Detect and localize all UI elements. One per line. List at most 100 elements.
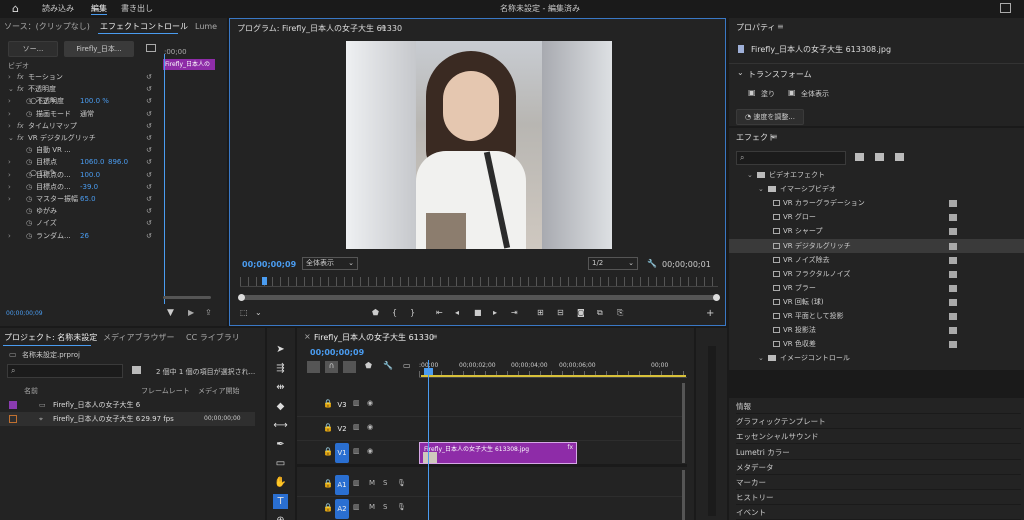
- timeline-menu-icon[interactable]: ≡: [431, 332, 438, 341]
- eye-icon[interactable]: ◉: [367, 399, 373, 407]
- timeline-tab[interactable]: Firefly_日本人の女子大生 61330: [314, 331, 434, 345]
- effect-row[interactable]: › fx モーション ↺: [0, 71, 160, 83]
- menu-import[interactable]: 読み込み: [42, 3, 74, 14]
- wrench-icon[interactable]: 🔧: [647, 259, 657, 268]
- column-framerate[interactable]: フレームレート: [141, 386, 190, 396]
- tab-project[interactable]: プロジェクト: 名称未設定: [4, 331, 97, 345]
- captions-icon[interactable]: ▭: [403, 361, 411, 370]
- effect-row[interactable]: › fx タイムリマップ ↺: [0, 120, 160, 132]
- current-time[interactable]: 00;00;00;09: [6, 310, 43, 317]
- chevron-right-icon[interactable]: ›: [8, 230, 11, 242]
- filter-icon[interactable]: ▼: [167, 308, 174, 318]
- step-back-icon[interactable]: ◂: [455, 308, 459, 317]
- vr-icon[interactable]: ⎘: [617, 308, 623, 318]
- lock-icon[interactable]: 🔒: [323, 447, 333, 456]
- pen-icon[interactable]: ✒: [273, 437, 288, 452]
- lift-icon[interactable]: ⊞: [537, 308, 544, 317]
- resolution-select[interactable]: 1/2 ⌄: [588, 257, 638, 270]
- label-color-swatch[interactable]: [9, 401, 17, 409]
- nest-icon[interactable]: [307, 361, 320, 373]
- effects-tree-item[interactable]: VR 色収差: [729, 337, 1024, 351]
- marker-icon[interactable]: ⬟: [372, 308, 379, 317]
- timeline-vscroll[interactable]: [682, 383, 685, 463]
- effect-row[interactable]: › ◷ 目標点の... -39.0 ↺: [0, 181, 160, 193]
- timeline-playhead-handle[interactable]: [424, 368, 433, 375]
- effects-tree-item[interactable]: ⌄ ビデオエフェクト: [729, 168, 1024, 182]
- project-search-input[interactable]: ⌕: [7, 364, 123, 378]
- stopwatch-icon[interactable]: ◷: [26, 156, 32, 168]
- effect-row[interactable]: ⌄ fx VR デジタルグリッチ ↺: [0, 132, 160, 144]
- chevron-right-icon[interactable]: ›: [8, 169, 11, 181]
- effect-row[interactable]: › ◷ マスター振幅 65.0 ↺: [0, 193, 160, 205]
- effect-row[interactable]: › ◷ 目標点 1060.0 896.0 ↺: [0, 156, 160, 168]
- track-v3[interactable]: 🔒 V3 ▥ ◉: [297, 393, 685, 417]
- side-panel-tab[interactable]: グラフィックテンプレート: [736, 415, 1021, 430]
- 32bit-effects-icon[interactable]: [875, 153, 884, 161]
- zoom-icon[interactable]: ⊕: [273, 513, 288, 520]
- reset-icon[interactable]: ↺: [146, 132, 152, 144]
- effects-tree-item[interactable]: VR デジタルグリッチ: [729, 238, 1024, 253]
- fit-all-icon[interactable]: ▣: [788, 88, 796, 97]
- properties-title[interactable]: プロパティ: [736, 21, 776, 35]
- fit-select[interactable]: 全体表示 ⌄: [302, 257, 358, 270]
- chevron-down-icon[interactable]: ⌄: [758, 182, 764, 196]
- rectangle-icon[interactable]: ▭: [273, 456, 288, 471]
- tab-effect-controls[interactable]: エフェクトコントロール: [100, 20, 188, 34]
- effects-tree-item[interactable]: VR ノイズ除去: [729, 253, 1024, 267]
- timeline-vscroll-audio[interactable]: [682, 470, 685, 520]
- side-panel-tab[interactable]: 情報: [736, 400, 1021, 414]
- project-item[interactable]: ▭ Firefly_日本人の女子大生 6: [0, 398, 255, 412]
- reset-icon[interactable]: ↺: [146, 144, 152, 156]
- fullscreen-icon[interactable]: [1000, 3, 1011, 13]
- export-icon[interactable]: ⇪: [205, 308, 212, 317]
- settings-chevron-icon[interactable]: ⌄: [255, 308, 262, 317]
- effect-row-value[interactable]: 通常: [80, 108, 94, 120]
- effects-tree-item[interactable]: VR 投影法: [729, 323, 1024, 337]
- sync-lock-icon[interactable]: ▥: [353, 479, 360, 487]
- program-ruler[interactable]: [240, 277, 718, 287]
- out-point-icon[interactable]: }: [410, 308, 415, 317]
- lock-icon[interactable]: 🔒: [323, 423, 333, 432]
- program-timecode[interactable]: 00;00;00;09: [242, 260, 296, 269]
- side-panel-tab[interactable]: ヒストリー: [736, 491, 1021, 506]
- program-menu-icon[interactable]: ≡: [380, 23, 387, 32]
- effect-row[interactable]: › ◷ 不透明度 100.0 % ↺: [0, 95, 160, 107]
- reset-icon[interactable]: ↺: [146, 83, 152, 95]
- compare-icon[interactable]: ⧉: [597, 308, 603, 318]
- wrench-icon[interactable]: 🔧: [383, 361, 393, 370]
- sync-lock-icon[interactable]: ▥: [353, 399, 360, 407]
- chevron-right-icon[interactable]: ⌄: [8, 132, 14, 144]
- sync-lock-icon[interactable]: ▥: [353, 423, 360, 431]
- stop-icon[interactable]: ■: [474, 308, 482, 317]
- column-media-start[interactable]: メディア開始: [198, 386, 240, 396]
- track-select-icon[interactable]: ⇶: [273, 361, 288, 376]
- stopwatch-icon[interactable]: ◷: [26, 144, 32, 156]
- effects-tree-item[interactable]: VR シャープ: [729, 224, 1024, 238]
- stopwatch-icon[interactable]: ◷: [26, 181, 32, 193]
- effect-row-value[interactable]: 1060.0: [80, 156, 105, 168]
- chevron-down-icon[interactable]: ⌄: [758, 351, 764, 365]
- adjust-speed-button[interactable]: ◔ 速度を調整...: [736, 109, 804, 125]
- source-clip-button[interactable]: ソー...: [8, 41, 58, 57]
- fit-all-label[interactable]: 全体表示: [801, 89, 829, 99]
- stopwatch-icon[interactable]: ◷: [26, 230, 32, 242]
- close-icon[interactable]: ×: [304, 332, 311, 341]
- ripple-edit-icon[interactable]: ⇹: [273, 380, 288, 395]
- microphone-icon[interactable]: 🎙: [397, 503, 406, 511]
- mini-timeline-clip[interactable]: Firefly_日本人の: [163, 59, 215, 70]
- video-frame[interactable]: [346, 41, 612, 249]
- zoom-handle-left[interactable]: [238, 294, 245, 301]
- eye-icon[interactable]: ◉: [367, 447, 373, 455]
- track-label[interactable]: A2: [335, 499, 349, 519]
- chevron-right-icon[interactable]: ›: [8, 95, 11, 107]
- reset-icon[interactable]: ↺: [146, 71, 152, 83]
- effects-menu-icon[interactable]: ≡: [771, 132, 778, 141]
- zoom-handle-right[interactable]: [713, 294, 720, 301]
- stopwatch-icon[interactable]: ◷: [26, 108, 32, 120]
- selection-tool-icon[interactable]: ➤: [273, 342, 288, 357]
- effects-tree-item[interactable]: VR カラーグラデーション: [729, 196, 1024, 210]
- add-marker-icon[interactable]: ⬟: [365, 361, 372, 370]
- stopwatch-icon[interactable]: ◷: [26, 217, 32, 229]
- effect-row-value[interactable]: -39.0: [80, 181, 98, 193]
- side-panel-tab[interactable]: イベント: [736, 506, 1021, 520]
